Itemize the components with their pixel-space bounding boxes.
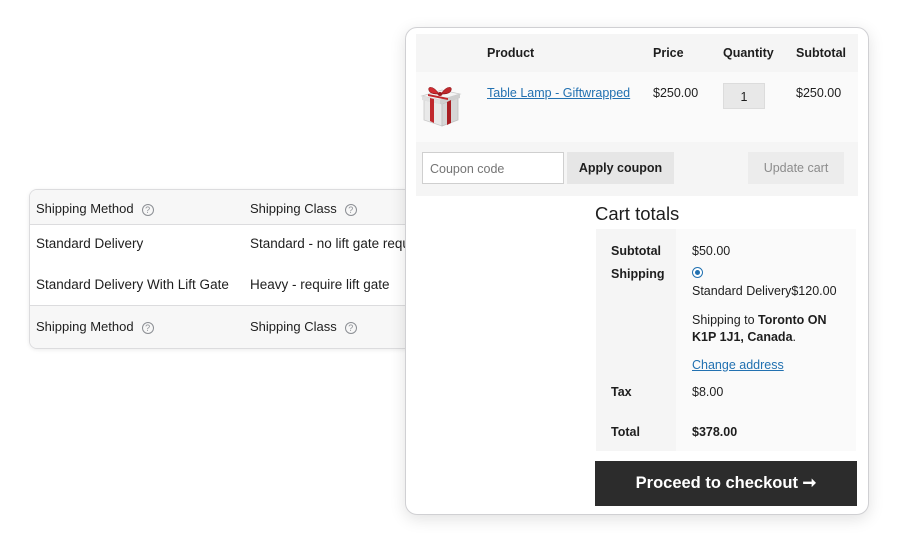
shipping-method-cell: Standard Delivery [36,236,144,251]
help-icon[interactable]: ? [344,322,357,334]
table-header-row: Shipping Method? Shipping Class? [30,190,428,225]
table-footer-row: Shipping Method? Shipping Class? [30,305,428,348]
item-subtotal: $250.00 [796,86,842,100]
apply-coupon-button[interactable]: Apply coupon [567,152,674,184]
column-subtotal: Subtotal [796,46,846,60]
table-row: Standard Delivery Standard - no lift gat… [30,225,428,265]
shipping-method-cell: Standard Delivery With Lift Gate [36,277,229,292]
shipping-class-cell: Standard - no lift gate required [250,236,429,251]
header-shipping-class: Shipping Class? [250,201,357,216]
cart-totals-title: Cart totals [595,203,680,224]
tax-label: Tax [611,385,632,399]
shipping-option: Standard Delivery$120.00 [692,284,837,298]
table-row: Standard Delivery With Lift Gate Heavy -… [30,265,428,305]
product-name-link[interactable]: Table Lamp - Giftwrapped [487,86,630,100]
tax-value: $8.00 [692,385,724,399]
column-quantity: Quantity [723,46,774,60]
shipping-class-table: Shipping Method? Shipping Class? Standar… [29,189,429,349]
cart-panel: Product Price Quantity Subtotal Table La… [405,27,869,515]
coupon-code-input[interactable]: Coupon code [422,152,564,184]
help-icon[interactable]: ? [141,322,154,334]
shipping-destination: Shipping to Toronto ON K1P 1J1, Canada. [692,313,827,344]
update-cart-button[interactable]: Update cart [748,152,844,184]
totals-label-column [596,229,676,451]
help-icon[interactable]: ? [141,204,154,216]
help-icon[interactable]: ? [344,204,357,216]
shipping-label: Shipping [611,267,665,281]
cart-table-header [416,34,858,72]
quantity-input[interactable]: 1 [723,83,765,109]
header-shipping-method: Shipping Method? [36,201,154,216]
change-address-link[interactable]: Change address [692,358,784,372]
proceed-to-checkout-button[interactable]: Proceed to checkout ➞ [595,461,857,506]
shipping-class-cell: Heavy - require lift gate [250,277,390,292]
total-value: $378.00 [692,425,738,439]
arrow-right-icon: ➞ [802,474,817,492]
shipping-option-radio[interactable] [692,267,703,278]
footer-shipping-method: Shipping Method? [36,319,154,334]
item-price: $250.00 [653,86,699,100]
footer-shipping-class: Shipping Class? [250,319,357,334]
column-product: Product [487,46,535,60]
cart-item-row [416,72,858,142]
total-label: Total [611,425,640,439]
subtotal-value: $50.00 [692,244,731,258]
column-price: Price [653,46,684,60]
subtotal-label: Subtotal [611,244,661,258]
gift-box-icon [420,87,462,127]
